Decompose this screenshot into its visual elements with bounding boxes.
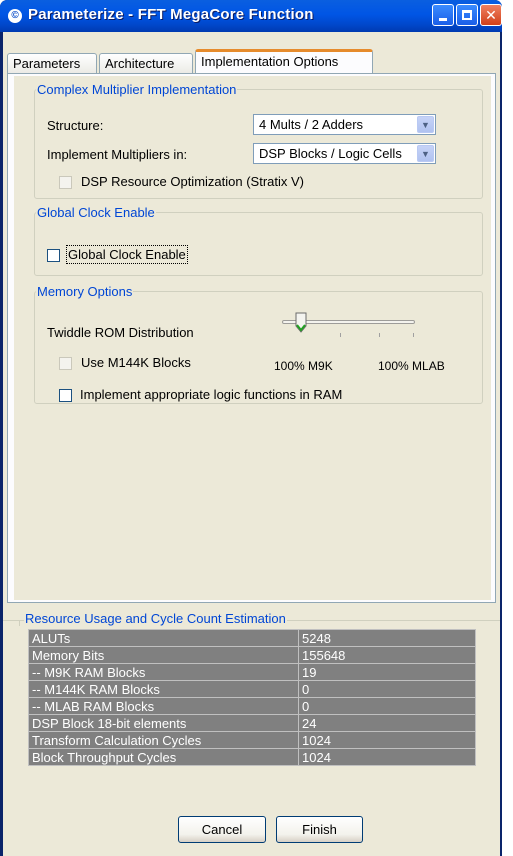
slider-tick (340, 333, 341, 337)
twiddle-slider-thumb[interactable] (295, 312, 307, 333)
tab-parameters[interactable]: Parameters (7, 53, 97, 73)
dialog-window: © Parameterize - FFT MegaCore Function ✕… (0, 0, 502, 856)
table-row: Block Throughput Cycles 1024 (28, 748, 476, 766)
table-row: Memory Bits 155648 (28, 646, 476, 664)
slider-right-label: 100% MLAB (378, 359, 445, 373)
dsp-optimization-label: DSP Resource Optimization (Stratix V) (81, 174, 304, 189)
resource-value: 5248 (298, 629, 476, 647)
app-icon: © (8, 9, 22, 23)
resource-value: 1024 (298, 731, 476, 749)
resource-value: 19 (298, 663, 476, 681)
table-row: Transform Calculation Cycles 1024 (28, 731, 476, 749)
resource-name: ALUTs (28, 629, 299, 647)
table-row: ALUTs 5248 (28, 629, 476, 647)
chevron-down-icon[interactable]: ▼ (417, 145, 434, 162)
tab-architecture[interactable]: Architecture (99, 53, 193, 73)
resource-table: ALUTs 5248 Memory Bits 155648 -- M9K RAM B… (28, 629, 476, 766)
minimize-button[interactable] (432, 4, 454, 26)
tab-panel: Complex Multiplier Implementation Struct… (7, 73, 496, 603)
global-clock-label[interactable]: Global Clock Enable (66, 245, 188, 264)
memory-options-group: Memory Options (34, 284, 483, 404)
divider (19, 620, 23, 626)
chevron-down-icon[interactable]: ▼ (417, 116, 434, 133)
implement-multipliers-select[interactable]: DSP Blocks / Logic Cells ▼ (253, 143, 436, 164)
resource-value: 24 (298, 714, 476, 732)
resource-name: -- M144K RAM Blocks (28, 680, 299, 698)
m144k-checkbox[interactable] (59, 357, 72, 370)
resource-name: Block Throughput Cycles (28, 748, 299, 766)
structure-value: 4 Mults / 2 Adders (259, 117, 364, 132)
close-button[interactable]: ✕ (480, 4, 502, 26)
table-row: -- M9K RAM Blocks 19 (28, 663, 476, 681)
table-row: -- M144K RAM Blocks 0 (28, 680, 476, 698)
dsp-optimization-checkbox[interactable] (59, 176, 72, 189)
table-row: DSP Block 18-bit elements 24 (28, 714, 476, 732)
slider-tick (413, 333, 414, 337)
minimize-icon (439, 18, 447, 21)
resource-name: Memory Bits (28, 646, 299, 664)
global-clock-group: Global Clock Enable (34, 205, 483, 276)
twiddle-rom-label: Twiddle ROM Distribution (47, 325, 194, 340)
resources-title: Resource Usage and Cycle Count Estimatio… (24, 611, 287, 626)
table-row: -- MLAB RAM Blocks 0 (28, 697, 476, 715)
slider-left-label: 100% M9K (274, 359, 333, 373)
resource-name: Transform Calculation Cycles (28, 731, 299, 749)
structure-label: Structure: (47, 118, 104, 133)
implement-multipliers-label: Implement Multipliers in: (47, 147, 188, 162)
resource-name: -- MLAB RAM Blocks (28, 697, 299, 715)
finish-button[interactable]: Finish (276, 816, 363, 843)
resource-name: DSP Block 18-bit elements (28, 714, 299, 732)
resource-name: -- M9K RAM Blocks (28, 663, 299, 681)
maximize-button[interactable] (456, 4, 478, 26)
global-clock-checkbox[interactable] (47, 249, 60, 262)
global-clock-title: Global Clock Enable (37, 205, 155, 220)
resource-value: 155648 (298, 646, 476, 664)
complex-multiplier-title: Complex Multiplier Implementation (37, 82, 237, 97)
cancel-button[interactable]: Cancel (178, 816, 266, 843)
resource-value: 0 (298, 697, 476, 715)
maximize-icon (462, 10, 472, 20)
m144k-label: Use M144K Blocks (81, 355, 191, 370)
resource-value: 1024 (298, 748, 476, 766)
close-icon: ✕ (485, 7, 497, 23)
resource-value: 0 (298, 680, 476, 698)
memory-options-title: Memory Options (37, 284, 133, 299)
dialog-client: Parameters Architecture Implementation O… (3, 32, 500, 856)
window-title: Parameterize - FFT MegaCore Function (28, 6, 314, 23)
title-bar[interactable]: © Parameterize - FFT MegaCore Function ✕ (0, 0, 502, 32)
ram-logic-checkbox[interactable] (59, 389, 72, 402)
tab-implementation-options[interactable]: Implementation Options (195, 49, 373, 74)
implement-multipliers-value: DSP Blocks / Logic Cells (259, 146, 402, 161)
structure-select[interactable]: 4 Mults / 2 Adders ▼ (253, 114, 436, 135)
ram-logic-label: Implement appropriate logic functions in… (80, 387, 343, 402)
slider-tick (379, 333, 380, 337)
